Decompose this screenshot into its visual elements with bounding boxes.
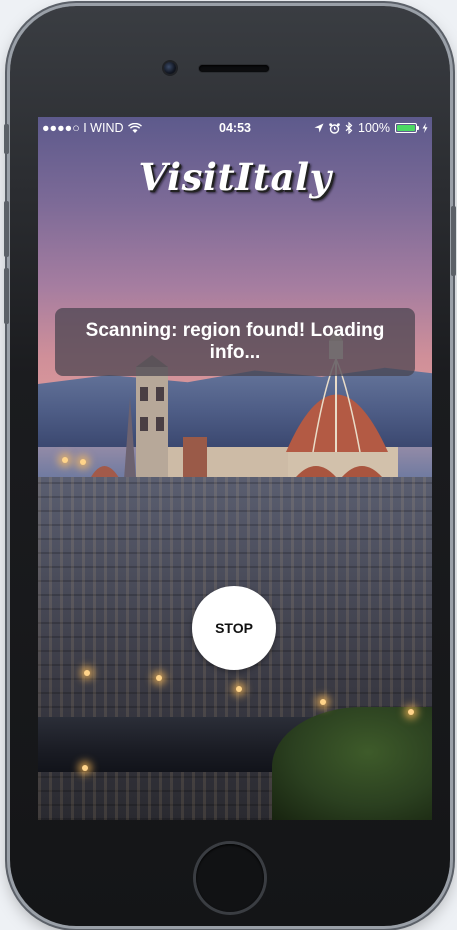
app-screen: ●●●●○ I WIND 04:53 100% VisitItaly Scann… (38, 117, 432, 820)
home-button[interactable] (196, 844, 264, 912)
street-light (236, 686, 242, 692)
battery-level-fill (397, 125, 415, 131)
front-camera (164, 62, 176, 74)
street-light (80, 459, 86, 465)
scan-status-message: Scanning: region found! Loading info... (55, 308, 415, 376)
earpiece-speaker (199, 65, 269, 72)
street-light (82, 765, 88, 771)
charging-bolt-icon (422, 123, 428, 133)
mute-switch (4, 124, 9, 154)
battery-percent: 100% (358, 121, 390, 135)
alarm-clock-icon (329, 122, 340, 134)
power-button (451, 206, 456, 276)
location-arrow-icon (314, 123, 324, 133)
status-bar: ●●●●○ I WIND 04:53 100% (38, 117, 432, 139)
street-light (62, 457, 68, 463)
bluetooth-icon (345, 122, 353, 134)
volume-up-button (4, 201, 9, 257)
street-light (408, 709, 414, 715)
street-light (156, 675, 162, 681)
street-light (320, 699, 326, 705)
stop-scan-button[interactable]: STOP (192, 586, 276, 670)
street-light (84, 670, 90, 676)
status-bar-right: 100% (314, 121, 428, 135)
app-title: VisitItaly (138, 155, 332, 199)
battery-icon (395, 123, 419, 133)
volume-down-button (4, 268, 9, 324)
